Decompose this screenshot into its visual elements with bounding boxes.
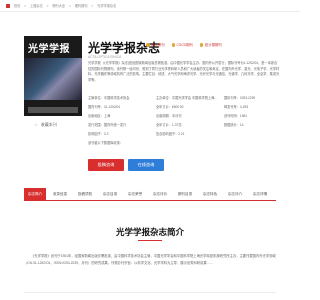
- section-title-underline: [138, 240, 162, 241]
- breadcrumb-sep: >: [91, 4, 94, 8]
- favorite-button[interactable]: ☆ 收藏本刊: [34, 122, 57, 128]
- meta-cell: 主办单位：中国光学学会 中国科学院上海…: [156, 96, 218, 100]
- tab-index-info[interactable]: 收录信息: [49, 188, 71, 200]
- meta-cell: 出版地区：上海: [88, 114, 111, 118]
- magazine-description: 光学学报（《光学学报》杂志)是经国家新闻出版总署批准，由中国光学学会主办，国内外…: [88, 61, 280, 82]
- section-paragraph: 《光学学报》创刊于1981年，经国家新闻出版总署批准，由中国科学技术协会主管，中…: [24, 254, 276, 265]
- breadcrumb-sep: >: [46, 4, 49, 8]
- tab-review[interactable]: 杂志评介: [224, 188, 246, 200]
- favorite-label: 收藏本刊: [40, 122, 57, 127]
- tab-details[interactable]: 杂志详情: [249, 188, 271, 200]
- meta-cell: 国际刊号：0253-2239: [224, 96, 256, 100]
- badge: 北大期刊: [146, 43, 165, 47]
- home-icon: [6, 4, 10, 8]
- badge: CSCD期刊: [171, 43, 193, 47]
- badge-list: 北大期刊 CSCD期刊 统计源期刊: [146, 42, 228, 47]
- breadcrumb-item[interactable]: 首页: [14, 4, 20, 8]
- cover-title: 光学学报: [28, 44, 70, 55]
- breadcrumb-item[interactable]: 上搜杂志: [30, 4, 43, 8]
- meta-cell: 复合影响因子：2.21: [156, 132, 185, 136]
- breadcrumb: 首页 > 上搜杂志 > 期刊大全 > 理科期刊 > 光学学报杂志: [6, 3, 119, 8]
- meta-cell: 出版周期：半月刊: [156, 114, 182, 118]
- tab-submission[interactable]: 投稿须知: [74, 188, 96, 200]
- meta-cell: 数据统计：14: [224, 123, 244, 127]
- cover-image: [24, 58, 82, 100]
- meta-cell: 全年订价：¥600.00: [156, 105, 184, 109]
- meta-row: 主管单位：中国科学技术协会 主办单位：中国光学学会 中国科学院上海… 国际刊号：…: [88, 95, 288, 100]
- magazine-cover: 光学学报: [24, 36, 82, 116]
- section-title: 光学学报杂志简介: [115, 227, 184, 237]
- meta-cell: 影响因子：3.3: [88, 132, 109, 136]
- breadcrumb-item[interactable]: 期刊大全: [52, 4, 65, 8]
- meta-cell: 发行范围：国内外统一发行: [88, 123, 127, 127]
- breadcrumb-sep: >: [24, 4, 27, 8]
- tab-honors[interactable]: 杂志荣誉: [124, 188, 146, 200]
- cover-footer: [28, 107, 78, 113]
- meta-row: 国内刊号：31-1252/04 全年订价：¥600.00 邮发代号：4-293: [88, 104, 288, 109]
- tab-intro[interactable]: 杂志简介: [24, 188, 46, 200]
- meta-row: 发行范围：国内外统一发行 全年订价：1-37亮 数据统计：14: [88, 122, 288, 127]
- breadcrumb-item[interactable]: 理科期刊: [75, 4, 88, 8]
- online-consult-button[interactable]: 在线咨询: [128, 159, 164, 171]
- breadcrumb-sep: >: [68, 4, 71, 8]
- meta-cell: 该刊被以下数据库收录：: [88, 141, 124, 145]
- badge: 统计源期刊: [199, 43, 222, 47]
- submission-consult-button[interactable]: 投稿咨询: [88, 159, 124, 171]
- tab-catalog[interactable]: 杂志目录: [99, 188, 121, 200]
- meta-cell: 全年订价：1-37亮: [156, 123, 182, 127]
- meta-cell: 创刊时间：1981: [224, 114, 248, 118]
- meta-cell: 主管单位：中国科学技术协会: [88, 96, 130, 100]
- tab-bar: 杂志简介 收录信息 投稿须知 杂志目录 杂志荣誉 杂志评价 期刊目录 杂志特色 …: [24, 188, 276, 201]
- meta-cell: 国内刊号：31-1252/04: [88, 105, 121, 109]
- meta-row: 出版地区：上海 出版周期：半月刊 创刊时间：1981: [88, 113, 288, 118]
- badge-icon: [146, 43, 150, 47]
- tab-features[interactable]: 杂志特色: [199, 188, 221, 200]
- footer-divider: [24, 292, 276, 293]
- meta-cell: 邮发代号：4-293: [224, 105, 249, 109]
- magazine-english-title: ACTA OPTICA SINICA: [88, 55, 122, 59]
- meta-row: 影响因子：3.3 复合影响因子：2.21: [88, 131, 288, 136]
- star-icon: ☆: [34, 122, 38, 127]
- meta-row: 该刊被以下数据库收录：: [88, 140, 288, 145]
- tab-issue-list[interactable]: 期刊目录: [174, 188, 196, 200]
- header-divider: [0, 11, 300, 12]
- breadcrumb-item: 光学学报杂志: [97, 4, 117, 8]
- tab-evaluation[interactable]: 杂志评价: [149, 188, 171, 200]
- badge-icon: [171, 43, 176, 47]
- badge-icon: [199, 43, 204, 47]
